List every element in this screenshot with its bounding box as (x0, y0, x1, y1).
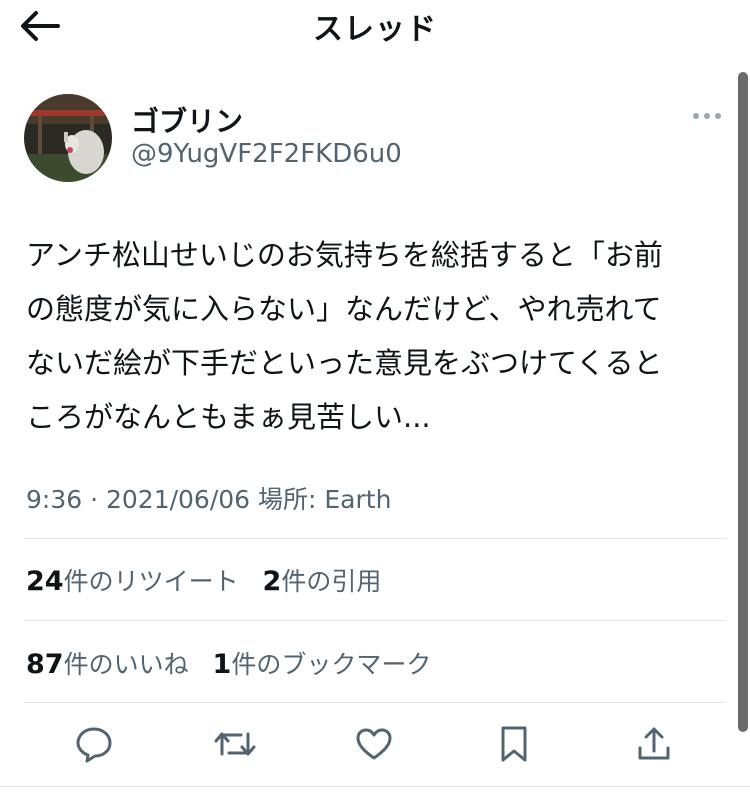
more-horizontal-icon (693, 113, 721, 119)
likes-label: 件のいいね (63, 650, 189, 679)
quotes-count-link[interactable]: 2件の引用 (262, 566, 382, 597)
quotes-label: 件の引用 (281, 567, 382, 596)
tweet-line: ころがなんともまぁ見苦しい... (26, 400, 431, 434)
like-icon (356, 728, 392, 760)
scrollbar[interactable] (738, 72, 748, 732)
divider (24, 620, 726, 621)
stats-row-retweets: 24件のリツイート 2件の引用 (26, 562, 397, 602)
bookmark-button[interactable] (490, 720, 538, 768)
reply-icon (76, 727, 112, 763)
tweet-line: ないだ絵が下手だといった意見をぶつけてくると (26, 346, 663, 380)
bookmarks-label: 件のブックマーク (231, 650, 432, 679)
tweet-text: アンチ松山せいじのお気持ちを総括すると「お前 の態度が気に入らない」なんだけど、… (26, 228, 726, 444)
retweet-button[interactable] (211, 720, 259, 768)
avatar[interactable] (24, 94, 112, 182)
quotes-count: 2 (262, 566, 282, 597)
tweet-line: の態度が気に入らない」なんだけど、やれ売れて (26, 292, 662, 326)
share-icon (638, 727, 670, 760)
more-options-button[interactable] (690, 104, 724, 128)
tweet-line: アンチ松山せいじのお気持ちを総括すると「お前 (26, 238, 663, 272)
user-avatar-photo (24, 94, 112, 182)
header: スレッド (0, 0, 750, 56)
reply-button[interactable] (70, 720, 118, 768)
like-button[interactable] (350, 720, 398, 768)
stats-row-likes: 87件のいいね 1件のブックマーク (26, 645, 447, 685)
retweets-count-link[interactable]: 24件のリツイート (26, 566, 239, 597)
bookmarks-count-link[interactable]: 1件のブックマーク (212, 649, 432, 680)
tweet-timestamp-location[interactable]: 9:36 · 2021/06/06 場所: Earth (26, 480, 391, 516)
divider (0, 786, 750, 787)
retweets-label: 件のリツイート (63, 567, 239, 596)
page-title: スレッド (313, 12, 437, 47)
bookmarks-count: 1 (212, 649, 232, 680)
divider (24, 538, 726, 539)
author-name[interactable]: ゴブリン (131, 100, 243, 140)
action-bar (0, 720, 750, 776)
retweet-icon (214, 732, 256, 756)
author-handle[interactable]: @9YugVF2F2FKD6u0 (131, 139, 402, 169)
divider (24, 702, 726, 703)
retweets-count: 24 (26, 566, 64, 597)
likes-count: 87 (26, 649, 64, 680)
likes-count-link[interactable]: 87件のいいね (26, 649, 189, 680)
share-button[interactable] (630, 720, 678, 768)
bookmark-icon (501, 726, 527, 762)
